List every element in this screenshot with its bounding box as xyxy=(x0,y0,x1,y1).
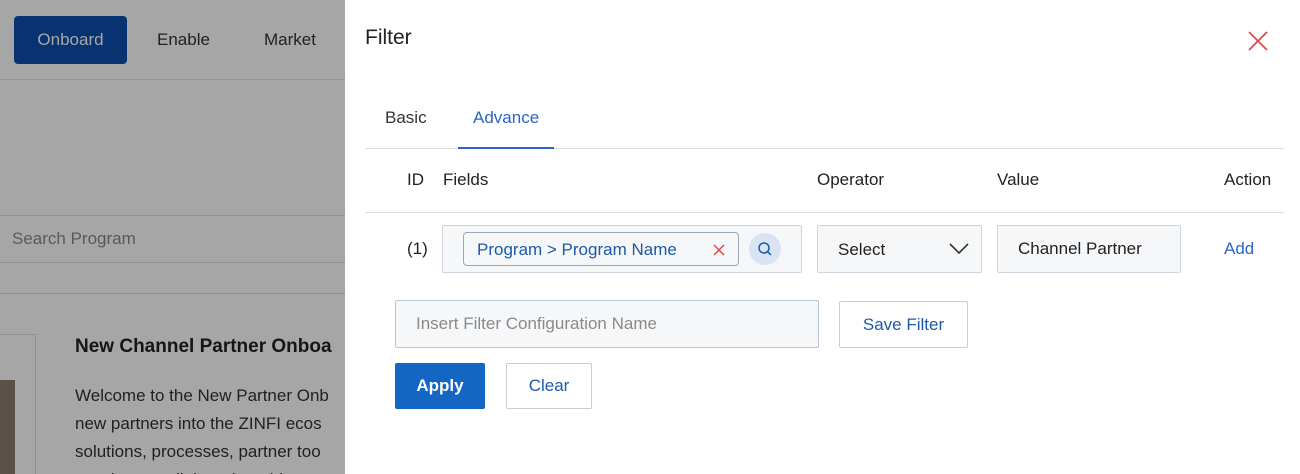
row-id: (1) xyxy=(407,239,428,258)
save-filter-button[interactable]: Save Filter xyxy=(839,301,968,348)
search-icon xyxy=(758,242,772,256)
column-header-action: Action xyxy=(1224,170,1272,189)
chevron-down-icon xyxy=(949,243,969,255)
tab-basic[interactable]: Basic xyxy=(385,96,427,149)
field-search-button[interactable] xyxy=(749,233,781,265)
filter-tabs: Basic Advance xyxy=(365,96,1284,149)
column-header-operator: Operator xyxy=(817,170,885,189)
operator-select[interactable]: Select xyxy=(817,225,982,273)
column-header-value: Value xyxy=(997,170,1040,189)
close-icon xyxy=(1248,31,1268,51)
filter-config-name-input[interactable] xyxy=(395,300,819,348)
operator-select-value: Select xyxy=(838,240,886,259)
clear-button[interactable]: Clear xyxy=(506,363,592,409)
header-divider xyxy=(365,212,1284,213)
apply-button[interactable]: Apply xyxy=(395,363,485,409)
close-button[interactable] xyxy=(1245,28,1271,54)
column-header-id: ID xyxy=(407,170,424,189)
tab-advance[interactable]: Advance xyxy=(458,96,555,149)
filter-drawer: Filter Basic Advance ID Fields Operator … xyxy=(345,0,1300,474)
field-chip: Program > Program Name xyxy=(463,232,739,266)
fields-picker[interactable]: Program > Program Name xyxy=(442,225,802,273)
field-chip-label: Program > Program Name xyxy=(477,240,677,259)
remove-chip-icon[interactable] xyxy=(712,243,726,257)
drawer-title: Filter xyxy=(365,26,412,49)
column-header-fields: Fields xyxy=(443,170,489,189)
value-input[interactable]: Channel Partner xyxy=(997,225,1181,273)
add-row-link[interactable]: Add xyxy=(1224,239,1254,259)
